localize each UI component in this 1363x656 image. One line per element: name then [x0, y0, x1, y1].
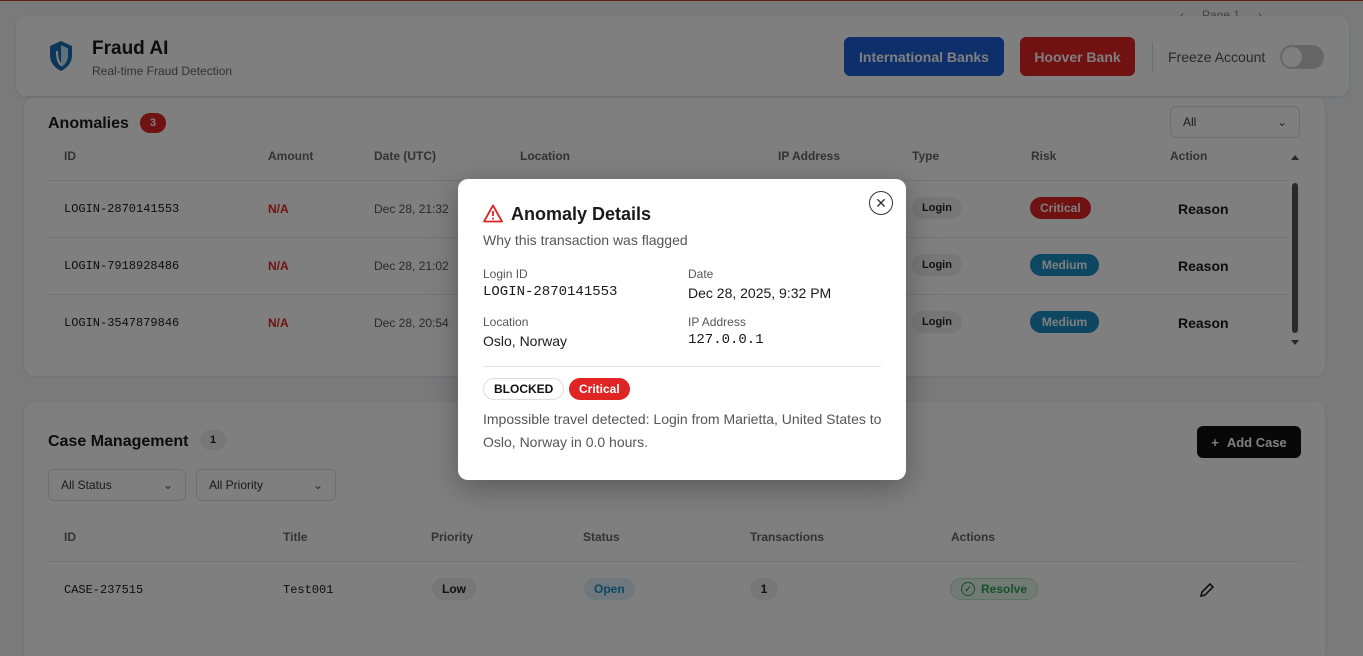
location-value: Oslo, Norway [483, 333, 568, 349]
modal-subtitle: Why this transaction was flagged [483, 232, 688, 248]
ip-address-label: IP Address [688, 315, 746, 329]
close-icon[interactable]: ✕ [869, 191, 893, 215]
modal-divider [483, 366, 881, 367]
anomaly-reason-text: Impossible travel detected: Login from M… [483, 411, 882, 450]
blocked-badge: BLOCKED [483, 378, 565, 400]
login-id-label: Login ID [483, 267, 528, 281]
date-label: Date [688, 267, 714, 281]
login-id-value: LOGIN-2870141553 [483, 284, 618, 300]
anomaly-details-modal: Anomaly Details Why this transaction was… [458, 179, 906, 480]
critical-risk-badge: Critical [569, 378, 630, 400]
location-label: Location [483, 315, 529, 329]
modal-title: Anomaly Details [511, 204, 652, 224]
date-value: Dec 28, 2025, 9:32 PM [688, 285, 832, 301]
warning-triangle-icon [483, 204, 503, 223]
ip-address-value: 127.0.0.1 [688, 332, 764, 348]
